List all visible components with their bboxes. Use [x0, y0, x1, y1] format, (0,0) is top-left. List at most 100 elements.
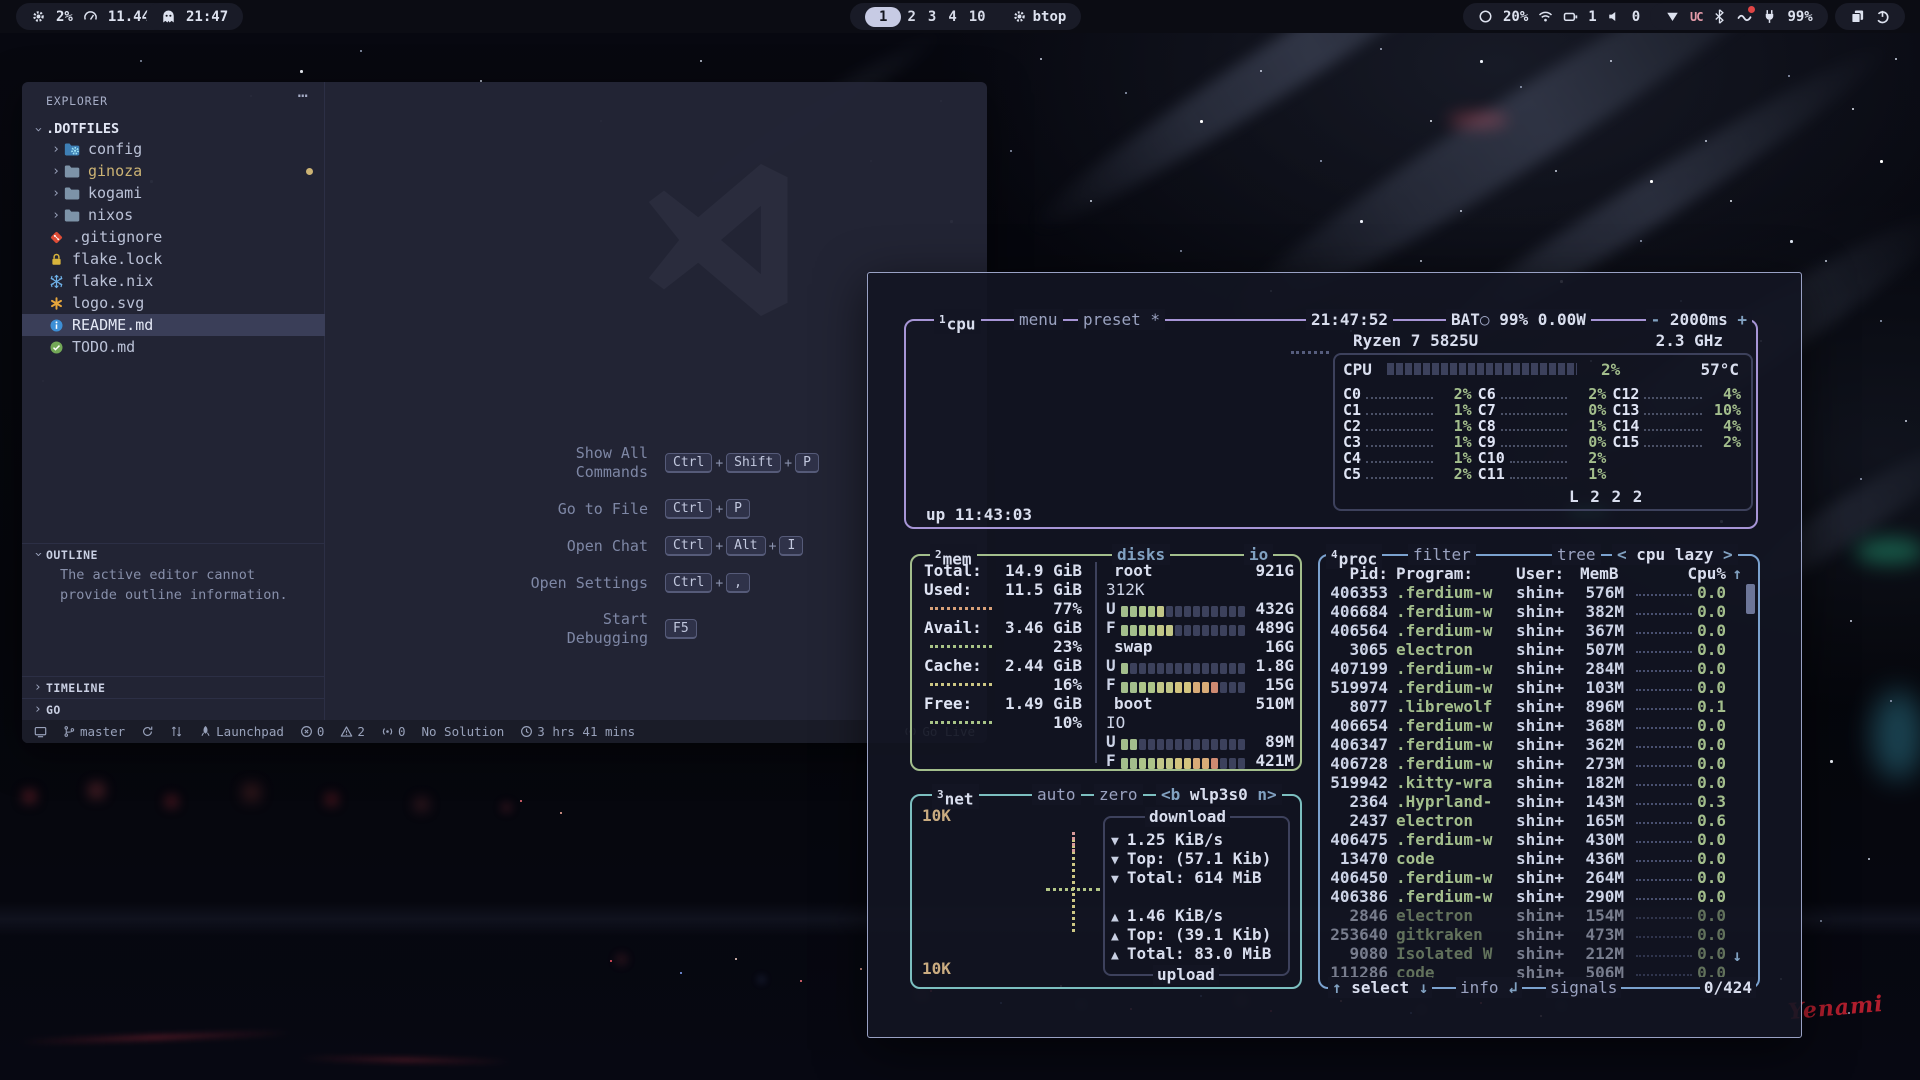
info-control[interactable]: info ↲ — [1456, 977, 1522, 998]
folder-config-icon — [64, 142, 81, 157]
process-row[interactable]: 406684 .ferdium-w shin+ 382M 0.0 — [1328, 602, 1748, 621]
process-row[interactable]: 3065 electron shin+ 507M 0.0 — [1328, 640, 1748, 659]
tree-item[interactable]: flake.lock — [22, 248, 325, 270]
keyboard-icon[interactable] — [1563, 9, 1578, 24]
process-row[interactable]: 406654 .ferdium-w shin+ 368M 0.0 — [1328, 716, 1748, 735]
refresh-ms-control[interactable]: - 2000ms + — [1646, 309, 1752, 330]
net-interface[interactable]: <b wlp3s0 n> — [1156, 784, 1282, 805]
process-row[interactable]: 2364 .Hyprland- shin+ 143M 0.3 — [1328, 792, 1748, 811]
statusbar-item[interactable] — [170, 725, 183, 738]
process-row[interactable]: 2437 electron shin+ 165M 0.6 — [1328, 811, 1748, 830]
statusbar-item[interactable]: No Solution — [421, 724, 504, 739]
clock-pill[interactable]: 21:47 — [146, 3, 243, 30]
down-arrow-icon: ▼ — [1111, 834, 1119, 849]
disk-meter — [1121, 754, 1247, 773]
tree-button[interactable]: tree — [1552, 544, 1601, 565]
cpu-usage: 2% — [56, 9, 73, 25]
power-plug-icon[interactable] — [1762, 9, 1777, 24]
notification-tray-icon[interactable] — [1737, 9, 1752, 24]
process-row[interactable]: 406728 .ferdium-w shin+ 273M 0.0 — [1328, 754, 1748, 773]
statusbar-item[interactable]: Launchpad — [199, 724, 284, 739]
process-row[interactable]: 406347 .ferdium-w shin+ 362M 0.0 — [1328, 735, 1748, 754]
process-row[interactable]: 406475 .ferdium-w shin+ 430M 0.0 — [1328, 830, 1748, 849]
preset-button[interactable]: preset * — [1078, 309, 1165, 330]
cpu-total-meter — [1387, 363, 1577, 375]
col-user[interactable]: User: — [1516, 564, 1564, 583]
net-zero-button[interactable]: zero — [1094, 784, 1143, 805]
select-control[interactable]: ↑ select ↓ — [1328, 977, 1432, 998]
process-row[interactable]: 406450 .ferdium-w shin+ 264M 0.0 — [1328, 868, 1748, 887]
col-pid[interactable]: Pid: — [1328, 564, 1388, 583]
clipboard-icon[interactable] — [1850, 9, 1865, 24]
tree-item[interactable]: › nixos — [22, 204, 325, 226]
proc-scrollbar[interactable] — [1746, 584, 1755, 614]
process-cpu: 0.3 — [1697, 792, 1726, 811]
statusbar-item-label: 2 — [357, 724, 365, 739]
process-row[interactable]: 519942 .kitty-wra shin+ 182M 0.0 — [1328, 773, 1748, 792]
tree-item[interactable]: README.md — [22, 314, 325, 336]
wifi-icon[interactable] — [1538, 9, 1553, 24]
statusbar-item[interactable] — [141, 725, 154, 738]
process-cpu: 0.0 — [1697, 621, 1726, 640]
layout-indicator[interactable]: UC — [1690, 10, 1702, 24]
workspace-button[interactable]: 3 — [922, 9, 942, 25]
tree-item[interactable]: › kogami — [22, 182, 325, 204]
process-row[interactable]: 406564 .ferdium-w shin+ 367M 0.0 — [1328, 621, 1748, 640]
mem-graph — [930, 607, 992, 610]
outline-section-header[interactable]: › OUTLINE — [22, 543, 325, 565]
signals-control[interactable]: signals — [1546, 977, 1621, 998]
workspace-button[interactable]: 1 — [865, 7, 901, 27]
tree-item[interactable]: logo.svg — [22, 292, 325, 314]
process-cpu: 0.0 — [1697, 735, 1726, 754]
net-auto-button[interactable]: auto — [1032, 784, 1081, 805]
info-icon — [48, 318, 65, 333]
volume-icon[interactable] — [1607, 9, 1622, 24]
meter-block — [1139, 663, 1146, 674]
workspace-button[interactable]: 4 — [942, 9, 962, 25]
disks-list: root921G312KU432GF489Gswap16GU1.8GF15Gbo… — [1106, 561, 1294, 770]
menu-button[interactable]: menu — [1014, 309, 1063, 330]
col-cpu[interactable]: Cpu% — [1687, 564, 1726, 583]
power-icon[interactable] — [1875, 9, 1890, 24]
tree-item[interactable]: › ginoza — [22, 160, 325, 182]
process-row[interactable]: 9080 Isolated W shin+ 212M 0.0 — [1328, 944, 1748, 963]
scroll-down-arrow[interactable]: ↓ — [1732, 946, 1742, 965]
workspace-button[interactable]: 10 — [963, 9, 992, 25]
workspace-button[interactable]: 2 — [901, 9, 921, 25]
col-program[interactable]: Program: — [1396, 564, 1473, 583]
statusbar-item[interactable]: 2 — [340, 724, 365, 739]
go-section-header[interactable]: › GO — [22, 698, 325, 720]
statusbar-item[interactable]: master — [63, 724, 125, 739]
statusbar-item[interactable]: 0 — [300, 724, 325, 739]
meter-block — [1121, 625, 1128, 636]
process-row[interactable]: 2846 electron shin+ 154M 0.0 — [1328, 906, 1748, 925]
meter-block — [1238, 625, 1245, 636]
process-row[interactable]: 407199 .ferdium-w shin+ 284M 0.0 — [1328, 659, 1748, 678]
tree-item[interactable]: › config — [22, 138, 325, 160]
network-tray-icon[interactable] — [1665, 9, 1680, 24]
timeline-section-header[interactable]: › TIMELINE — [22, 676, 325, 698]
tree-item[interactable]: TODO.md — [22, 336, 325, 358]
statusbar-item[interactable]: 0 — [381, 724, 406, 739]
more-actions-button[interactable]: ⋯ — [298, 86, 308, 106]
tree-item[interactable]: .gitignore — [22, 226, 325, 248]
bluetooth-icon[interactable] — [1712, 9, 1727, 24]
statusbar-item[interactable] — [34, 725, 47, 738]
process-row[interactable]: 13470 code shin+ 436M 0.0 — [1328, 849, 1748, 868]
sort-mode-control[interactable]: < cpu lazy > — [1612, 544, 1738, 565]
workspace-list: 123410 — [865, 7, 992, 27]
col-mem[interactable]: MemB — [1580, 564, 1619, 583]
brightness-icon[interactable] — [1478, 9, 1493, 24]
process-row[interactable]: 519974 .ferdium-w shin+ 103M 0.0 — [1328, 678, 1748, 697]
tree-root[interactable]: › .DOTFILES — [30, 118, 317, 140]
up-arrow-icon: ▲ — [1111, 910, 1119, 925]
process-row[interactable]: 253640 gitkraken shin+ 473M 0.0 — [1328, 925, 1748, 944]
tree-item[interactable]: flake.nix — [22, 270, 325, 292]
statusbar-item[interactable]: 3 hrs 41 mins — [520, 724, 635, 739]
core-graph — [1366, 438, 1433, 447]
process-row[interactable]: 406386 .ferdium-w shin+ 290M 0.0 — [1328, 887, 1748, 906]
process-row[interactable]: 8077 .librewolf shin+ 896M 0.1 — [1328, 697, 1748, 716]
process-row[interactable]: 406353 .ferdium-w shin+ 576M 0.0 — [1328, 583, 1748, 602]
focused-window[interactable]: btop — [1012, 9, 1067, 25]
filter-button[interactable]: filter — [1408, 544, 1476, 565]
